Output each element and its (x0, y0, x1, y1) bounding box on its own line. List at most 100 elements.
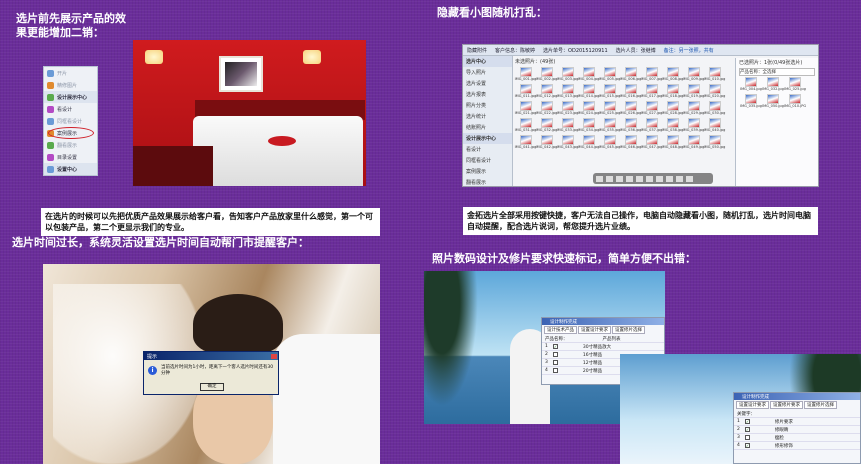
panel-tab[interactable]: 设置修片选择 (612, 326, 645, 334)
menu-item[interactable]: 同框看设计 (44, 115, 97, 127)
thumbnail[interactable]: IMG_041.jpg (515, 135, 536, 152)
thumbnail[interactable]: IMG_039.jpg (683, 118, 704, 135)
thumbnail[interactable]: IMG_012.jpg (536, 84, 557, 101)
thumbnail[interactable]: IMG_046.jpg (620, 135, 641, 152)
app-sidebar-item[interactable]: 案例展示 (463, 166, 512, 177)
thumbnail[interactable]: IMG_020.jpg (704, 84, 725, 101)
thumbnail[interactable]: IMG_042.jpg (536, 135, 557, 152)
selected-thumbnail[interactable]: IMG_025.jpg (784, 77, 806, 94)
selected-thumbnail[interactable]: IMG_032.jpg (762, 77, 784, 94)
thumbnail[interactable]: IMG_010.jpg (704, 67, 725, 84)
thumbnail[interactable]: IMG_022.jpg (536, 101, 557, 118)
checkbox-checked[interactable]: ✓ (744, 443, 750, 448)
thumbnail[interactable]: IMG_023.jpg (557, 101, 578, 118)
thumbnail[interactable]: IMG_044.jpg (578, 135, 599, 152)
thumbnail[interactable]: IMG_002.jpg (536, 67, 557, 84)
toolbar-item[interactable]: 备注：另一张照，共有 (664, 47, 714, 54)
checkbox-checked[interactable]: ✓ (744, 419, 750, 424)
selected-thumbnail[interactable]: IMG_010.JPG (784, 94, 806, 111)
panel-tab[interactable]: 设置修片要求 (770, 401, 803, 409)
thumbnail[interactable]: IMG_049.jpg (683, 135, 704, 152)
panel-row[interactable]: 2 ✓ 修眼睛 (734, 426, 860, 434)
thumbnail[interactable]: IMG_033.jpg (557, 118, 578, 135)
menu-item[interactable]: 看设计 (44, 103, 97, 115)
thumbnail[interactable]: IMG_017.jpg (641, 84, 662, 101)
menu-item[interactable]: 翻看展示 (44, 139, 97, 151)
checkbox-checked[interactable]: ✓ (552, 344, 558, 349)
thumbnail[interactable]: IMG_035.jpg (599, 118, 620, 135)
thumbnail[interactable]: IMG_050.jpg (704, 135, 725, 152)
thumbnail[interactable]: IMG_047.jpg (641, 135, 662, 152)
thumbnail[interactable]: IMG_019.jpg (683, 84, 704, 101)
thumbnail[interactable]: IMG_001.jpg (515, 67, 536, 84)
app-sidebar-item[interactable]: 设计展示中心 (463, 133, 512, 144)
image-toolbar[interactable] (593, 173, 713, 184)
menu-item[interactable]: 设计展示中心 (44, 91, 97, 103)
panel-row[interactable]: 4 ✓ 修形修饰 (734, 442, 860, 450)
product-select[interactable]: 产品名称：全选择 (739, 68, 815, 76)
thumbnail[interactable]: IMG_011.jpg (515, 84, 536, 101)
panel-tab[interactable]: 设置修片选择 (804, 401, 837, 409)
thumbnail[interactable]: IMG_009.jpg (683, 67, 704, 84)
app-sidebar-item[interactable]: 选片设置 (463, 78, 512, 89)
toolbar-item[interactable]: 隐藏附件 (467, 47, 487, 54)
ok-button[interactable]: 确定 (200, 383, 224, 391)
checkbox[interactable] (552, 352, 558, 357)
checkbox[interactable] (552, 368, 558, 373)
thumbnail[interactable]: IMG_015.jpg (599, 84, 620, 101)
app-sidebar-item[interactable]: 结账照片 (463, 122, 512, 133)
panel-row[interactable]: 1 ✓ 30寸精品放大 (542, 343, 664, 351)
app-sidebar-item[interactable]: 选片中心 (463, 56, 512, 67)
thumbnail[interactable]: IMG_036.jpg (620, 118, 641, 135)
menu-item[interactable]: 目录设置 (44, 151, 97, 163)
thumbnail[interactable]: IMG_005.jpg (599, 67, 620, 84)
thumbnail[interactable]: IMG_008.jpg (662, 67, 683, 84)
thumbnail[interactable]: IMG_014.jpg (578, 84, 599, 101)
app-sidebar-item[interactable]: 选片统计 (463, 111, 512, 122)
thumbnail[interactable]: IMG_034.jpg (578, 118, 599, 135)
panel-row[interactable]: 1 ✓ 修片要求 (734, 418, 860, 426)
app-sidebar-item[interactable]: 看设计 (463, 144, 512, 155)
toolbar-item[interactable]: 选片单号：OD2015120911 (543, 47, 608, 54)
panel-tab[interactable]: 设置设计要求 (736, 401, 769, 409)
thumbnail[interactable]: IMG_028.jpg (662, 101, 683, 118)
thumbnail[interactable]: IMG_031.jpg (515, 118, 536, 135)
panel-tab[interactable]: 设置设计要求 (578, 326, 611, 334)
thumbnail[interactable]: IMG_040.jpg (704, 118, 725, 135)
app-sidebar-item[interactable]: 导入照片 (463, 67, 512, 78)
thumbnail[interactable]: IMG_025.jpg (599, 101, 620, 118)
thumbnail[interactable]: IMG_032.jpg (536, 118, 557, 135)
thumbnail[interactable]: IMG_038.jpg (662, 118, 683, 135)
checkbox-checked[interactable]: ✓ (744, 427, 750, 432)
checkbox[interactable] (552, 360, 558, 365)
checkbox[interactable] (744, 435, 750, 440)
toolbar-item[interactable]: 选片人员：张继博 (616, 47, 656, 54)
close-icon[interactable] (271, 353, 277, 359)
thumbnail[interactable]: IMG_004.jpg (578, 67, 599, 84)
thumbnail[interactable]: IMG_037.jpg (641, 118, 662, 135)
thumbnail[interactable]: IMG_030.jpg (704, 101, 725, 118)
thumbnail[interactable]: IMG_006.jpg (620, 67, 641, 84)
app-sidebar-item[interactable]: 翻看展示 (463, 177, 512, 186)
thumbnail[interactable]: IMG_016.jpg (620, 84, 641, 101)
selected-thumbnail[interactable]: IMG_050.jpg (762, 94, 784, 111)
thumbnail[interactable]: IMG_045.jpg (599, 135, 620, 152)
panel-row[interactable]: 3 瘦脸 (734, 434, 860, 442)
app-sidebar-item[interactable]: 选片报表 (463, 89, 512, 100)
toolbar-item[interactable]: 客户信息：陈敏婷 (495, 47, 535, 54)
menu-item[interactable]: 设置中心 (44, 163, 97, 175)
thumbnail[interactable]: IMG_043.jpg (557, 135, 578, 152)
selected-thumbnail[interactable]: IMG_004.jpg (740, 77, 762, 94)
thumbnail[interactable]: IMG_029.jpg (683, 101, 704, 118)
thumbnail[interactable]: IMG_007.jpg (641, 67, 662, 84)
app-sidebar-item[interactable]: 照片分类 (463, 100, 512, 111)
thumbnail[interactable]: IMG_048.jpg (662, 135, 683, 152)
menu-item[interactable]: 开片 (44, 67, 97, 79)
thumbnail[interactable]: IMG_027.jpg (641, 101, 662, 118)
thumbnail[interactable]: IMG_026.jpg (620, 101, 641, 118)
app-sidebar-item[interactable]: 同框看设计 (463, 155, 512, 166)
thumbnail[interactable]: IMG_021.jpg (515, 101, 536, 118)
selected-thumbnail[interactable]: IMG_035.jpg (740, 94, 762, 111)
thumbnail[interactable]: IMG_013.jpg (557, 84, 578, 101)
thumbnail[interactable]: IMG_003.jpg (557, 67, 578, 84)
